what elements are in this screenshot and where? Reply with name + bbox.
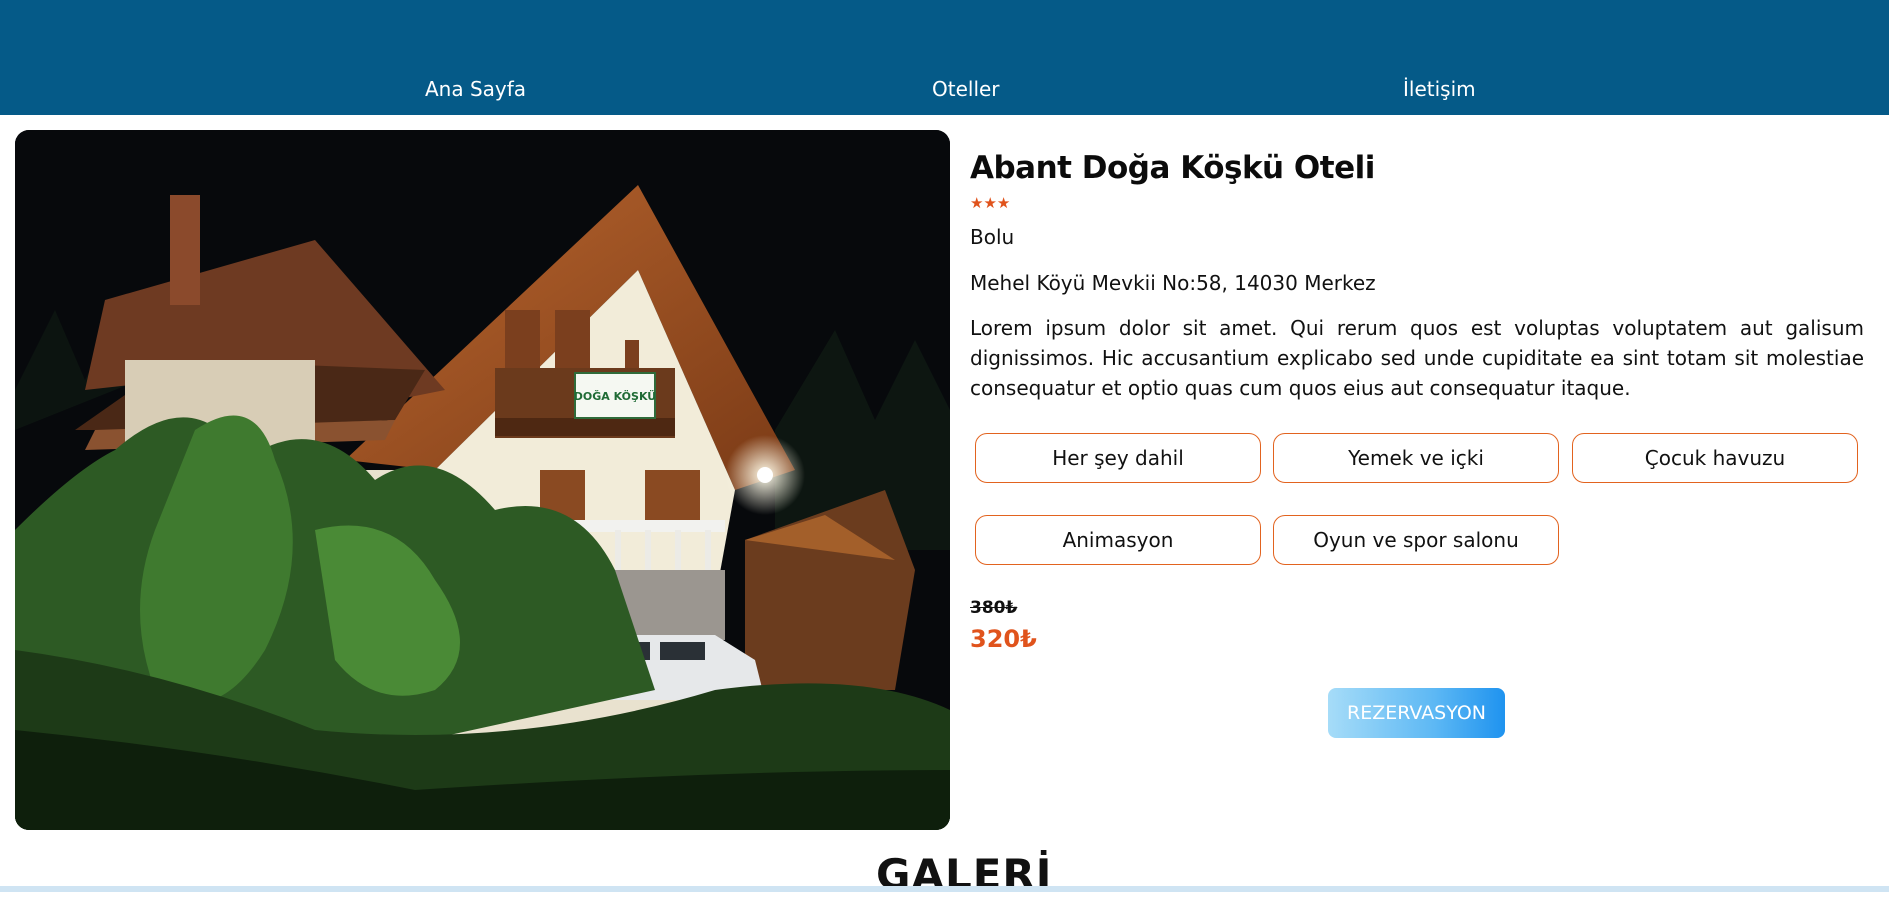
new-price: 320₺ — [970, 625, 1037, 653]
feature-kids-pool: Çocuk havuzu — [1572, 433, 1858, 483]
feature-animation: Animasyon — [975, 515, 1261, 565]
nav-link-contact[interactable]: İletişim — [1403, 77, 1476, 101]
hotel-photo-illustration: DOĞA KÖŞKÜ — [15, 130, 950, 830]
hotel-address: Mehel Köyü Mevkii No:58, 14030 Merkez — [970, 271, 1376, 295]
bottom-divider — [0, 886, 1889, 892]
old-price: 380₺ — [970, 598, 1018, 618]
hotel-photo-sign-text: DOĞA KÖŞKÜ — [574, 389, 656, 403]
feature-game-and-sports-hall: Oyun ve spor salonu — [1273, 515, 1559, 565]
reservation-button[interactable]: REZERVASYON — [1328, 688, 1505, 738]
hotel-photo: DOĞA KÖŞKÜ — [15, 130, 950, 830]
feature-food-and-drink: Yemek ve içki — [1273, 433, 1559, 483]
top-navigation-bar: Ana Sayfa Oteller İletişim — [0, 0, 1889, 115]
hotel-city: Bolu — [970, 225, 1015, 249]
nav-link-home[interactable]: Ana Sayfa — [425, 77, 526, 101]
hotel-description: Lorem ipsum dolor sit amet. Qui rerum qu… — [970, 316, 1864, 400]
star-rating: ★★★ — [970, 194, 1011, 212]
nav-link-hotels[interactable]: Oteller — [932, 77, 1000, 101]
feature-all-inclusive: Her şey dahil — [975, 433, 1261, 483]
hotel-name: Abant Doğa Köşkü Oteli — [970, 150, 1375, 186]
